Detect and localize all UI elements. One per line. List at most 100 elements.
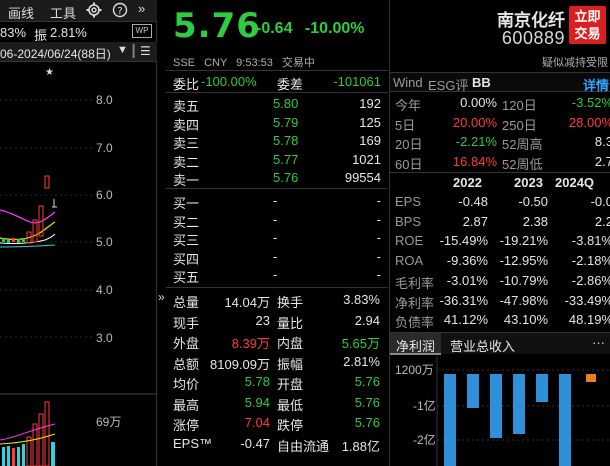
bids-volume: - [376,211,381,227]
return-value: 0.00% [460,95,497,110]
return-value: 20.00% [452,114,497,130]
return-row: 60日 16.84% 52周低 2.7 [390,152,610,172]
asks-price: 5.77 [273,151,299,167]
stat-value: 7.04 [244,415,270,430]
bar-axis-tick: 1200万 [395,363,434,377]
fin-value: -47.98% [499,292,548,308]
chart-menu-icon[interactable]: ☰ [140,44,151,58]
return-value: -2.21% [455,134,497,149]
asks-label: 卖三 [173,136,200,151]
tools-button[interactable]: 工具 [50,3,76,22]
chart-tabs: 净利润 营业总收入 ··· [390,332,610,355]
stat-label: 外盘 [173,336,200,351]
fin-value: -19.21% [499,233,548,249]
fin-label: BPS [395,213,422,229]
bids-row[interactable]: 买四 - - [173,249,381,267]
asks-row[interactable]: 卖四 5.79 125 [173,115,381,133]
double-chevron-right-icon[interactable]: » [138,1,145,16]
wp-icon[interactable]: WP [132,24,152,38]
fin-label: ROE [395,233,424,249]
tab-revenue[interactable]: 营业总收入 [450,336,515,355]
bids-price: - [273,193,278,208]
more-icon[interactable]: ··· [592,335,605,350]
stat-value: 5.94 [244,394,270,410]
stat-value: 5.76 [354,394,380,410]
fin-label: 负债率 [395,315,435,331]
bids-row[interactable]: 买二 - - [173,211,381,230]
stat-label: 换手 [277,295,304,310]
asks-price: 5.76 [273,170,299,185]
fin-row: ROA -9.36% -12.95% -2.18% [390,251,610,271]
trade-status: 交易中 [281,57,315,69]
left-info-row: 83% 振 2.81% WP [0,22,157,43]
return-label: 120日 [502,98,537,113]
bids-row[interactable]: 买三 - - [173,230,381,248]
fin-value: -36.31% [439,292,488,308]
fin-label: EPS [395,194,422,209]
weibi-label: 委比 [173,77,200,92]
asks-label: 卖四 [173,117,200,133]
return-value: 28.00% [568,114,610,130]
asks-row[interactable]: 卖一 5.76 99554 [173,170,381,188]
fin-value: -0.48 [458,194,488,209]
change-row: -0.64 -10.00% [256,20,365,38]
volume-tick: 69万 [96,415,121,429]
profile-panel: 南京化纤 600889 立即 交易 疑似减持受限 Wind ESG评 BB 详情… [389,0,610,466]
asks-volume: 99554 [344,170,381,185]
asks-volume: 1021 [352,151,381,167]
weicha-label: 委差 [277,77,304,92]
stats-row: 最高 5.94 最低 5.76 [173,395,383,415]
amp-value: 2.81% [50,25,87,40]
asks-price: 5.78 [273,133,299,148]
stat-label: 最低 [277,397,304,413]
price-change-pct: -10.00% [304,20,365,37]
market-info: SSE CNY 9:53:53 交易中 [173,54,315,70]
collapse-handle-icon[interactable]: » [158,290,168,310]
return-label: 今年 [395,98,422,113]
price-tick: 4.0 [96,283,113,297]
stats-row: 现手 23 量比 2.94 [173,313,383,333]
stat-label: 均价 [173,377,200,392]
fin-value: 2.2 [594,213,610,229]
kline-chart[interactable]: ★ 8.0 7.0 6.0 5.0 4.0 3.0 69万 [0,62,157,466]
asks-row[interactable]: 卖二 5.77 1021 [173,151,381,170]
gear-icon[interactable] [86,2,102,21]
currency: CNY [204,57,228,69]
bids-row[interactable]: 买一 - - [173,193,381,211]
detail-link[interactable]: 详情 [583,75,609,94]
return-label: 20日 [395,137,423,152]
date-range-text: 06-2024/06/24(88日) [0,47,111,61]
fin-value: 2.87 [462,213,488,229]
draw-button[interactable]: 画线 [8,3,34,22]
stat-label: 总额 [173,356,200,372]
stats-row: EPS™ -0.47 自由流通 1.88亿 [173,436,383,456]
bids-label: 买三 [173,233,200,248]
stat-label: 振幅 [277,356,304,372]
left-toolbar: 画线 工具 ? » [0,0,157,22]
date-range-bar[interactable]: 06-2024/06/24(88日) ▼ ┃ ☰ [0,42,157,62]
stat-value: 8.39万 [231,336,270,351]
asks-row[interactable]: 卖三 5.78 169 [173,133,381,151]
stats-row: 均价 5.78 开盘 5.76 [173,374,383,394]
fin-header: 2022 2023 2024Q [390,173,610,193]
fin-value: -9.36% [446,253,488,269]
risk-tag[interactable]: 疑似减持受限 [542,54,608,70]
stats-row: 涨停 7.04 跌停 5.76 [173,415,383,435]
fin-row: BPS 2.87 2.38 2.2 [390,212,610,232]
stat-label: 现手 [173,315,200,331]
stat-value: 14.04万 [224,295,270,310]
tab-net-profit[interactable]: 净利润 [390,333,442,355]
fin-value: -3.01% [446,272,488,288]
asks-row[interactable]: 卖五 5.80 192 [173,96,381,114]
dropdown-icon[interactable]: ▼ [117,44,128,56]
bids-price: - [273,267,278,282]
bids-row[interactable]: 买五 - - [173,267,381,285]
return-row: 今年 0.00% 120日 -3.52% [390,93,610,113]
stat-value: 2.81% [343,353,380,369]
trade-now-button[interactable]: 立即 交易 [569,6,606,44]
return-value: 2.7 [594,153,610,169]
help-icon[interactable]: ? [112,2,128,21]
fin-value: -2.18% [571,253,610,269]
stat-value: 3.83% [343,292,380,307]
stat-label: 量比 [277,315,304,331]
